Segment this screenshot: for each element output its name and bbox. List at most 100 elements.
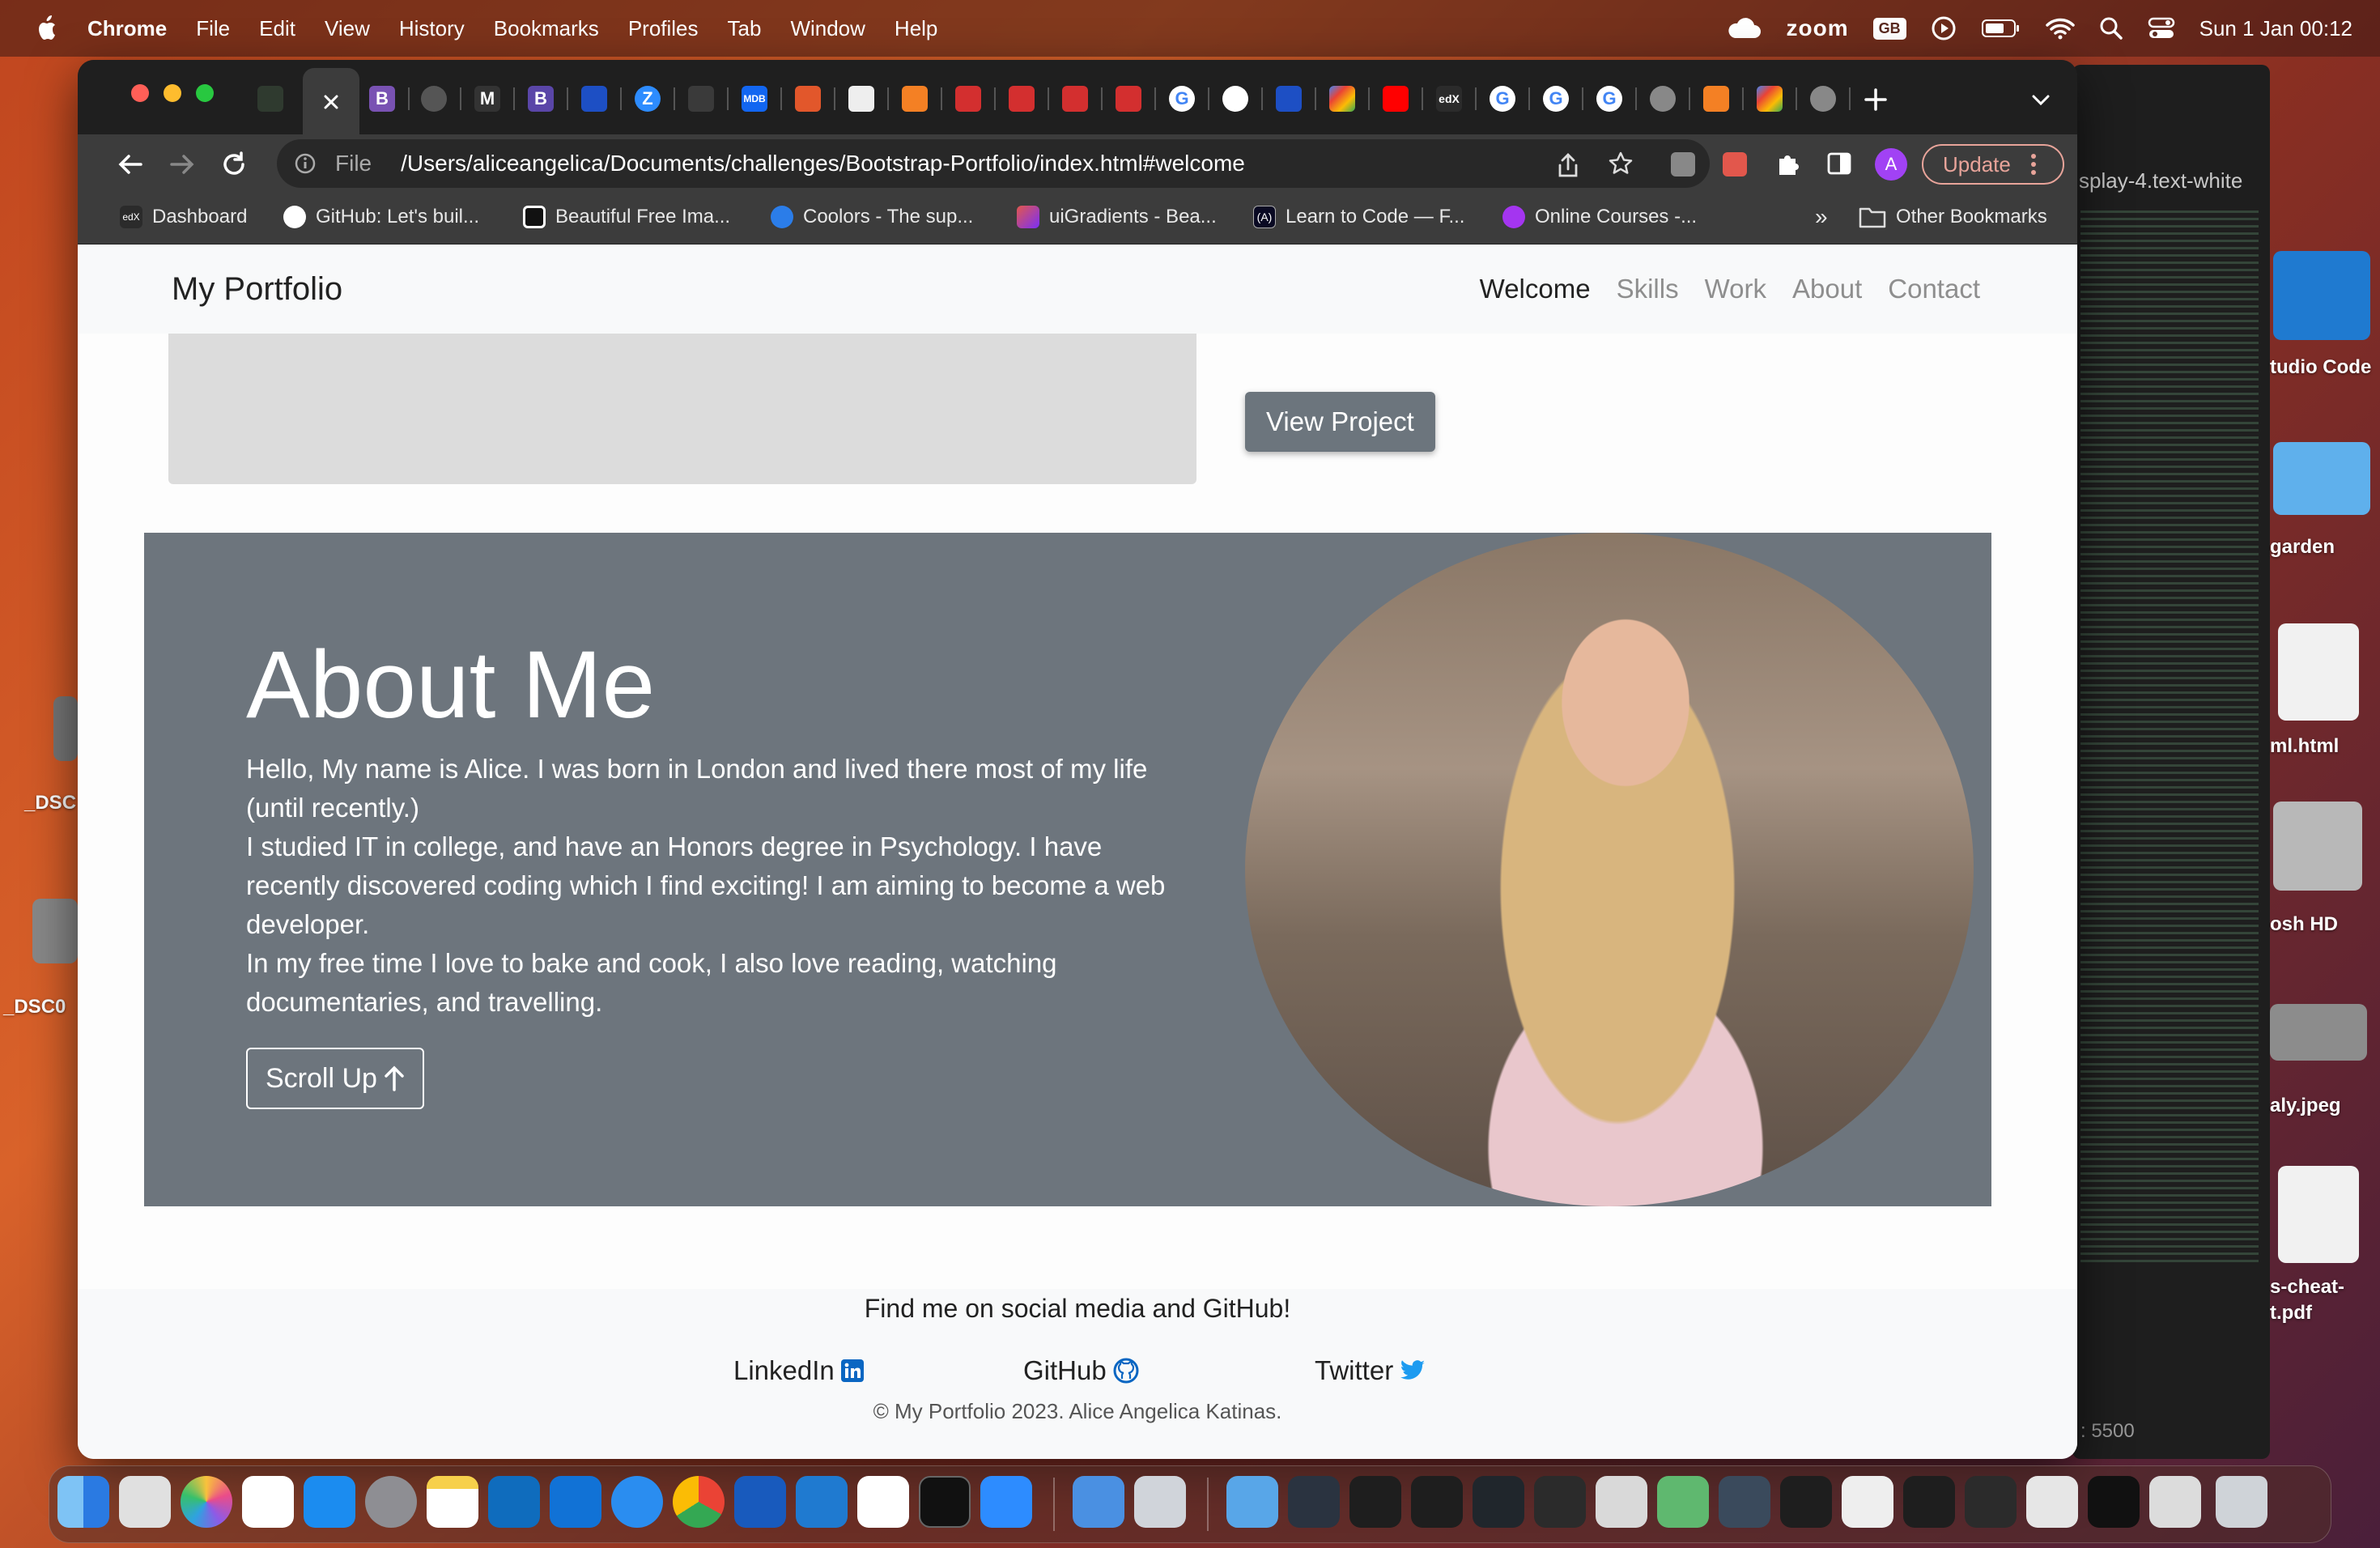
site-brand[interactable]: My Portfolio	[172, 271, 342, 308]
tab-globe-icon[interactable]	[1650, 86, 1676, 112]
onedrive-icon[interactable]	[488, 1476, 540, 1528]
view-project-button[interactable]: View Project	[1245, 392, 1435, 452]
finder-icon[interactable]	[57, 1476, 109, 1528]
tab-doc-icon[interactable]	[848, 86, 874, 112]
chrome-icon[interactable]	[673, 1476, 725, 1528]
vscode-icon[interactable]	[796, 1476, 848, 1528]
minimized-window-thumbnail[interactable]	[2026, 1476, 2078, 1528]
tab-shield-icon[interactable]	[795, 86, 821, 112]
tab-search-chevron-down-icon[interactable]	[2030, 89, 2051, 110]
twitter-link[interactable]: Twitter	[1315, 1355, 1426, 1386]
nav-link-contact[interactable]: Contact	[1888, 274, 1980, 304]
desktop-vscode-icon[interactable]	[2273, 251, 2370, 340]
menu-app-name[interactable]: Chrome	[87, 16, 167, 41]
menu-bookmarks[interactable]: Bookmarks	[494, 16, 599, 41]
share-icon[interactable]	[1556, 152, 1580, 178]
photos-icon[interactable]	[181, 1476, 232, 1528]
menu-file[interactable]: File	[196, 16, 230, 41]
minimized-window-thumbnail[interactable]	[1534, 1476, 1586, 1528]
system-settings-icon[interactable]	[365, 1476, 417, 1528]
forward-arrow-icon[interactable]	[168, 151, 196, 178]
extension-icon[interactable]	[1723, 152, 1747, 176]
minimized-window-thumbnail[interactable]	[1719, 1476, 1770, 1528]
nav-link-skills[interactable]: Skills	[1617, 274, 1679, 304]
close-tab-icon[interactable]	[321, 92, 341, 112]
tab-colorful-icon[interactable]	[1329, 86, 1355, 112]
background-code-editor-window[interactable]: splay-4.text-white : 5500	[2072, 65, 2270, 1459]
bookmark-uigradients[interactable]: uiGradients - Bea...	[1017, 206, 1217, 228]
desktop-drive-icon[interactable]	[2273, 802, 2362, 891]
close-window-button[interactable]	[131, 84, 149, 102]
xcode-icon[interactable]	[1073, 1476, 1124, 1528]
bookmark-online-courses[interactable]: Online Courses -...	[1502, 206, 1697, 228]
menu-view[interactable]: View	[325, 16, 370, 41]
control-center-icon[interactable]	[2148, 16, 2175, 40]
tab-google-icon[interactable]: G	[1169, 86, 1195, 112]
tab-google-icon[interactable]: G	[1596, 86, 1622, 112]
menu-profiles[interactable]: Profiles	[628, 16, 699, 41]
desktop-folder-icon[interactable]	[2273, 442, 2370, 515]
github-link[interactable]: GitHub	[1023, 1355, 1139, 1386]
wifi-icon[interactable]	[2045, 17, 2075, 40]
tab-bootstrap-icon[interactable]: B	[528, 86, 554, 112]
tab-bootstrap-icon[interactable]: B	[369, 86, 395, 112]
other-bookmarks[interactable]: Other Bookmarks	[1859, 206, 2047, 228]
notes-icon[interactable]	[427, 1476, 478, 1528]
menu-edit[interactable]: Edit	[259, 16, 295, 41]
update-button[interactable]: Update	[1922, 144, 2064, 185]
input-source-badge[interactable]: GB	[1872, 17, 1906, 40]
desktop-file-icon[interactable]	[2278, 623, 2359, 721]
minimized-window-thumbnail[interactable]	[1288, 1476, 1340, 1528]
more-bookmarks-chevron[interactable]: »	[1815, 204, 1828, 230]
menubar-clock[interactable]: Sun 1 Jan 00:12	[2199, 16, 2352, 41]
tab-mdb-icon[interactable]: MDB	[742, 86, 767, 112]
desktop-photo-icon[interactable]	[53, 696, 78, 761]
tab-colorful-icon[interactable]	[1757, 86, 1783, 112]
minimized-window-thumbnail[interactable]	[1842, 1476, 1893, 1528]
tab-zoom-icon[interactable]: Z	[635, 86, 661, 112]
address-bar[interactable]: File /Users/aliceangelica/Documents/chal…	[277, 139, 1710, 188]
bookmark-dashboard[interactable]: edX Dashboard	[120, 206, 247, 228]
cloud-icon[interactable]	[1725, 17, 1762, 40]
desktop-image-icon[interactable]	[2270, 1004, 2367, 1061]
desktop-photo-icon[interactable]	[32, 899, 78, 963]
tab-stackoverflow-icon[interactable]	[902, 86, 928, 112]
bookmark-github[interactable]: GitHub: Let's buil...	[283, 206, 479, 228]
extensions-puzzle-icon[interactable]	[1774, 151, 1800, 176]
play-circle-icon[interactable]	[1931, 15, 1957, 41]
zoom-status[interactable]: zoom	[1787, 15, 1849, 41]
minimized-window-thumbnail[interactable]	[1596, 1476, 1647, 1528]
tab-flag-icon[interactable]	[581, 86, 607, 112]
minimized-window-thumbnail[interactable]	[1411, 1476, 1463, 1528]
more-vert-icon[interactable]	[2030, 153, 2037, 176]
linkedin-link[interactable]: LinkedIn	[733, 1355, 864, 1386]
menu-help[interactable]: Help	[895, 16, 937, 41]
bookmark-coolors[interactable]: Coolors - The sup...	[771, 206, 973, 228]
tab-flag-icon[interactable]	[1276, 86, 1302, 112]
trash-icon[interactable]	[2216, 1476, 2267, 1528]
tab-red-icon[interactable]	[1062, 86, 1088, 112]
tab-globe-icon[interactable]	[421, 86, 447, 112]
minimized-window-thumbnail[interactable]	[1473, 1476, 1524, 1528]
tab-favicon-pinned[interactable]	[257, 86, 283, 112]
minimized-window-thumbnail[interactable]	[1965, 1476, 2017, 1528]
tab-red-icon[interactable]	[1116, 86, 1141, 112]
word-icon[interactable]	[734, 1476, 786, 1528]
extension-icon[interactable]	[1671, 152, 1695, 176]
bookmark-freecodecamp[interactable]: (A) Learn to Code — F...	[1253, 206, 1464, 228]
back-arrow-icon[interactable]	[117, 151, 144, 178]
minimized-window-thumbnail[interactable]	[2149, 1476, 2201, 1528]
apple-icon[interactable]	[31, 12, 63, 45]
address-url[interactable]: /Users/aliceangelica/Documents/challenge…	[401, 151, 1245, 176]
minimized-window-thumbnail[interactable]	[1780, 1476, 1832, 1528]
scroll-up-button[interactable]: Scroll Up	[246, 1048, 424, 1109]
launchpad-icon[interactable]	[119, 1476, 171, 1528]
new-tab-plus-icon[interactable]	[1864, 87, 1888, 112]
app-store-icon[interactable]	[304, 1476, 355, 1528]
tab-red-icon[interactable]	[955, 86, 981, 112]
nav-link-about[interactable]: About	[1792, 274, 1862, 304]
battery-icon[interactable]	[1981, 18, 2021, 39]
minimized-window-thumbnail[interactable]	[1657, 1476, 1709, 1528]
tab-google-icon[interactable]: G	[1543, 86, 1569, 112]
downloads-folder-icon[interactable]	[1226, 1476, 1278, 1528]
